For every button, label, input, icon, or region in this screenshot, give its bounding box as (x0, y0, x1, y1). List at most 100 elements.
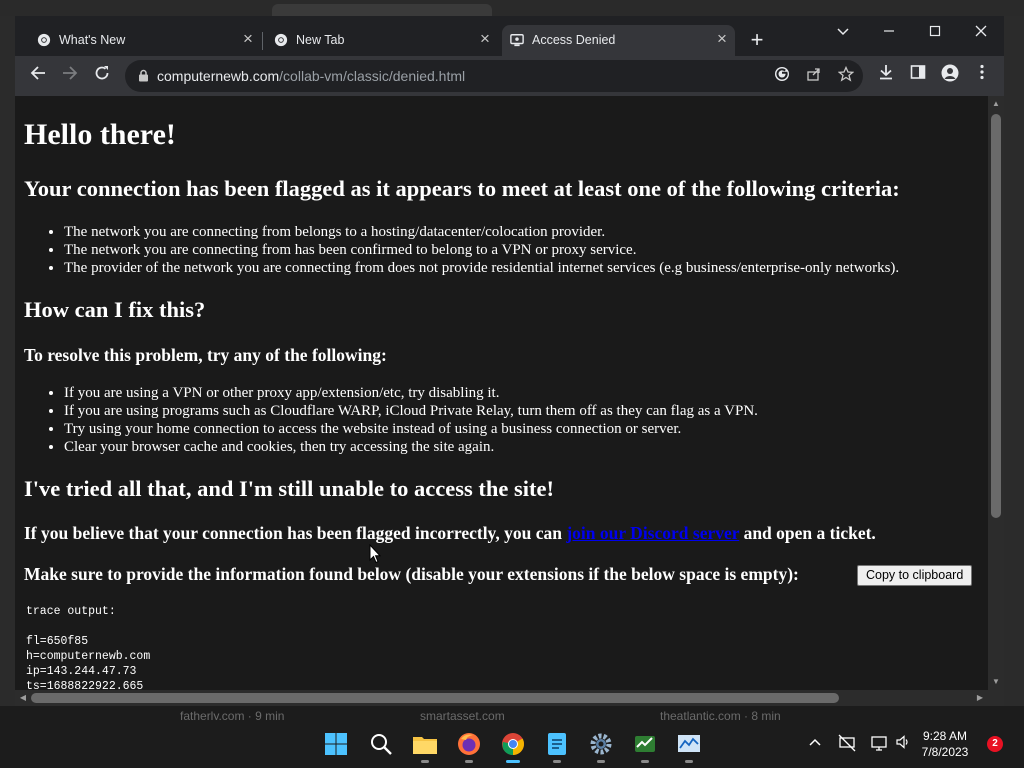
display-button[interactable] (869, 734, 889, 754)
running-indicator (421, 760, 429, 763)
tab-whats-new[interactable]: What's New × (29, 25, 261, 56)
tab-title: New Tab (296, 33, 345, 47)
url-path: /collab-vm/classic/denied.html (279, 68, 466, 84)
minimize-icon (884, 30, 894, 32)
notepad-icon (548, 733, 566, 755)
horizontal-scroll-thumb[interactable] (31, 693, 839, 703)
bookmark-button[interactable] (835, 65, 857, 88)
star-icon (837, 65, 855, 82)
task-manager-icon (635, 736, 655, 752)
reload-icon (95, 66, 109, 80)
notification-badge[interactable]: 2 (987, 736, 1003, 752)
scrollbar-corner (988, 690, 1004, 706)
list-item: Try using your home connection to access… (64, 420, 758, 438)
horizontal-scrollbar[interactable]: ◀ ▶ (15, 690, 988, 706)
running-indicator (597, 760, 605, 763)
network-button[interactable] (837, 734, 857, 754)
monitor-icon (871, 736, 887, 751)
fix-heading: How can I fix this? (24, 297, 206, 322)
running-indicator (553, 760, 561, 763)
task-manager-button[interactable] (631, 730, 659, 763)
tab-new-tab[interactable]: New Tab × (266, 25, 498, 56)
address-bar[interactable]: computernewb.com/collab-vm/classic/denie… (125, 60, 863, 92)
active-app-indicator (506, 760, 520, 763)
minimize-button[interactable] (875, 20, 903, 46)
tab-search-button[interactable] (829, 20, 857, 46)
maximize-icon (929, 25, 941, 37)
arrow-right-icon (63, 66, 78, 80)
vertical-scrollbar[interactable]: ▲ ▼ (988, 96, 1004, 690)
new-tab-button[interactable]: + (745, 29, 769, 53)
trace-line: h=computernewb.com (26, 650, 151, 663)
taskbar: 9:28 AM 7/8/2023 (0, 720, 1024, 768)
tab-title: What's New (59, 33, 126, 47)
chrome-taskbar-button[interactable] (499, 730, 527, 763)
resolve-heading: To resolve this problem, try any of the … (24, 345, 387, 365)
url-text[interactable]: computernewb.com/collab-vm/classic/denie… (157, 68, 465, 84)
scroll-right-arrow-icon[interactable]: ▶ (975, 693, 985, 703)
maximize-button[interactable] (921, 20, 949, 46)
forward-button[interactable] (58, 64, 82, 88)
url-domain: computernewb.com (157, 68, 280, 84)
close-icon[interactable]: × (713, 30, 731, 48)
vertical-scroll-thumb[interactable] (991, 114, 1001, 518)
profile-button[interactable] (938, 64, 962, 88)
close-icon[interactable]: × (476, 30, 494, 48)
provide-info-text: Make sure to provide the information fou… (24, 564, 799, 584)
trace-line: ts=1688822922.665 (26, 680, 144, 690)
tab-title: Access Denied (532, 33, 616, 47)
list-item: The provider of the network you are conn… (64, 259, 899, 277)
firefox-button[interactable] (455, 730, 483, 763)
tab-strip: What's New × New Tab × Access Denied × + (15, 16, 1004, 60)
google-lens-button[interactable] (771, 66, 793, 88)
scroll-up-arrow-icon[interactable]: ▲ (991, 99, 1001, 109)
desktop-background-right (1004, 16, 1024, 708)
reload-button[interactable] (90, 64, 114, 88)
downloads-button[interactable] (874, 64, 898, 88)
menu-button[interactable] (970, 64, 994, 88)
share-button[interactable] (803, 66, 825, 88)
file-explorer-icon (413, 737, 437, 754)
running-indicator (685, 760, 693, 763)
resource-monitor-icon (678, 735, 700, 752)
firefox-icon (458, 733, 480, 755)
resource-monitor-button[interactable] (675, 730, 703, 763)
clock[interactable]: 9:28 AM 7/8/2023 (905, 728, 985, 760)
page-viewport[interactable]: Hello there! Your connection has been fl… (15, 96, 988, 690)
show-hidden-icons-button[interactable] (805, 734, 825, 754)
settings-button[interactable] (587, 730, 615, 763)
chrome-icon (37, 33, 51, 47)
file-explorer-button[interactable] (411, 730, 439, 763)
list-item: The network you are connecting from has … (64, 241, 899, 259)
fixes-list: If you are using a VPN or other proxy ap… (24, 384, 758, 456)
collabvm-icon (510, 34, 524, 47)
close-icon[interactable]: × (239, 30, 257, 48)
settings-icon (590, 733, 612, 755)
network-disconnected-icon (838, 734, 856, 752)
share-icon (807, 68, 820, 81)
taskbar-search-button[interactable] (367, 730, 395, 758)
tab-access-denied[interactable]: Access Denied × (502, 25, 735, 56)
start-button[interactable] (322, 730, 350, 758)
discord-link[interactable]: join our Discord server (566, 523, 739, 543)
clock-date: 7/8/2023 (921, 745, 969, 759)
list-item: Clear your browser cache and cookies, th… (64, 438, 758, 456)
browser-toolbar: computernewb.com/collab-vm/classic/denie… (15, 56, 1004, 96)
lock-icon[interactable] (138, 69, 149, 82)
side-panel-button[interactable] (906, 64, 930, 88)
close-window-button[interactable] (967, 20, 995, 46)
scroll-left-arrow-icon[interactable]: ◀ (18, 693, 28, 703)
background-window-tab (272, 4, 492, 16)
back-button[interactable] (26, 64, 50, 88)
running-indicator (465, 760, 473, 763)
notepad-button[interactable] (543, 730, 571, 763)
criteria-list: The network you are connecting from belo… (24, 223, 899, 277)
trace-output[interactable]: trace output: fl=650f85 h=computernewb.c… (26, 604, 150, 690)
desktop-background-left (0, 16, 15, 708)
windows-start-icon (325, 733, 347, 755)
discord-paragraph: If you believe that your connection has … (24, 523, 876, 544)
discord-prefix: If you believe that your connection has … (24, 523, 567, 543)
chevron-up-icon (809, 738, 821, 746)
copy-to-clipboard-button[interactable]: Copy to clipboard (857, 565, 973, 586)
scroll-down-arrow-icon[interactable]: ▼ (991, 677, 1001, 687)
